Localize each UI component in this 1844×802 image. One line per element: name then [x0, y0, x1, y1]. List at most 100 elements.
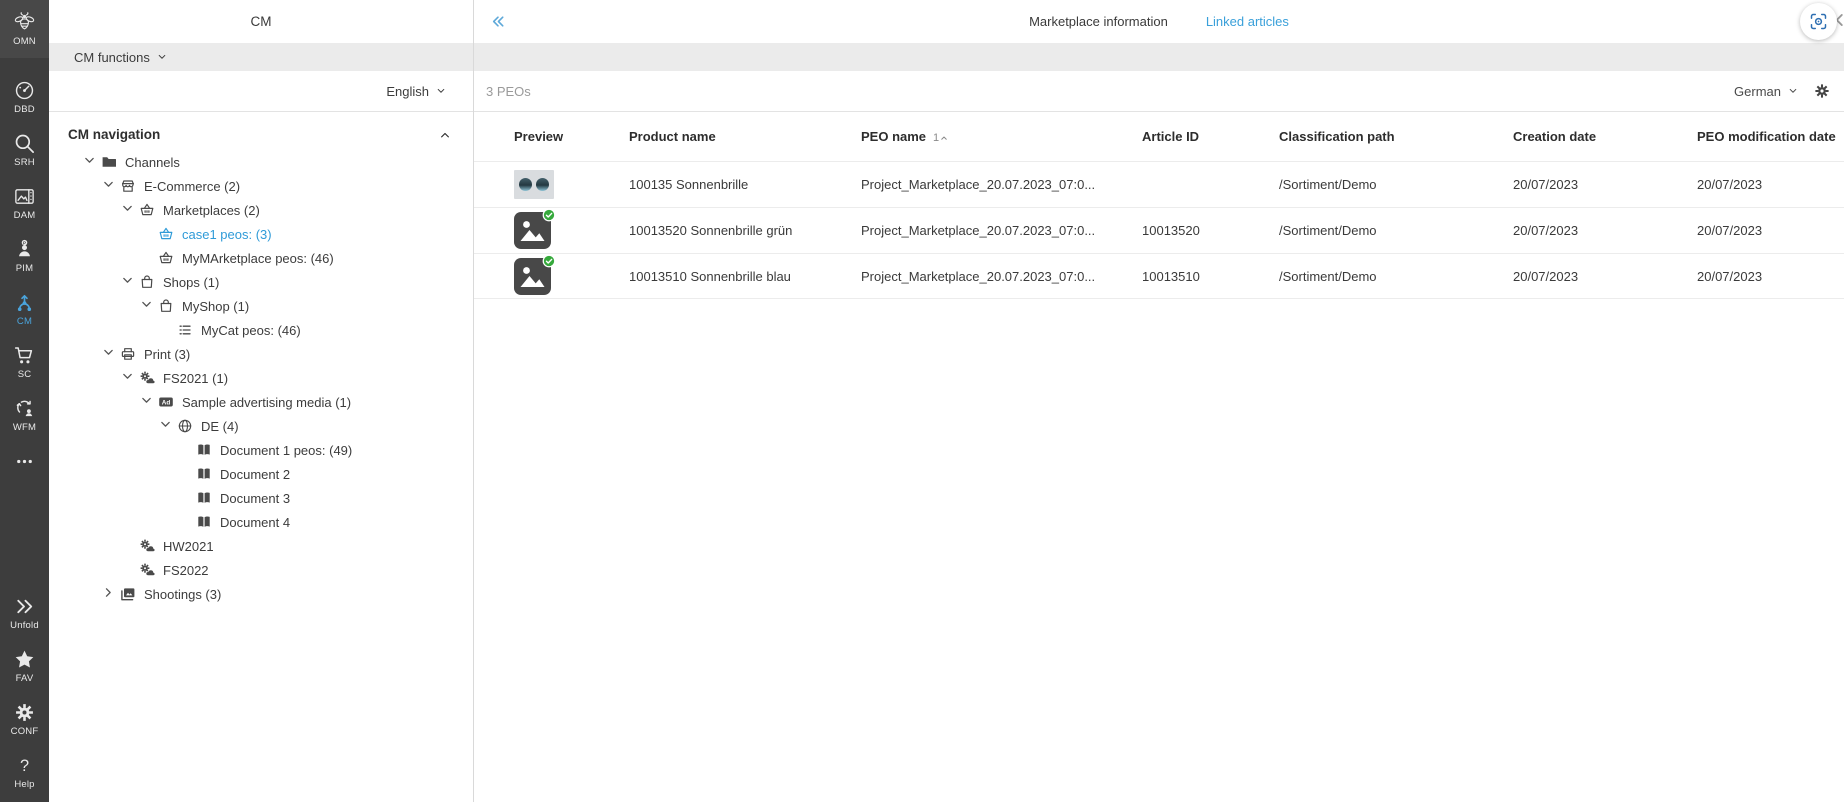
tree-expander[interactable]	[80, 154, 99, 170]
column-header-preview[interactable]: Preview	[474, 129, 629, 144]
chevron-down-icon	[121, 274, 134, 290]
tree-item-label: Document 1 peos: (49)	[220, 442, 353, 458]
tree-item[interactable]: case1 peos: (3)	[49, 222, 473, 246]
tree-item[interactable]: MyMArketplace peos: (46)	[49, 246, 473, 270]
main-tab-bar: Marketplace information Linked articles	[474, 0, 1844, 43]
basket-icon	[156, 226, 176, 242]
tree-item[interactable]: Marketplaces (2)	[49, 198, 473, 222]
rail-item-help[interactable]: ? Help	[0, 745, 49, 798]
gallery-icon	[118, 586, 138, 602]
hub-icon	[13, 291, 36, 314]
chevron-down-icon	[121, 370, 134, 386]
rail-item-more[interactable]	[0, 441, 49, 481]
tree-item[interactable]: Shootings (3)	[49, 582, 473, 606]
table-row[interactable]: 10013520 Sonnenbrille grün Project_Market…	[474, 207, 1844, 253]
column-header-label: Product name	[629, 129, 716, 144]
tree-item[interactable]: Document 3	[49, 486, 473, 510]
tree-expander[interactable]	[99, 178, 118, 194]
tree-expander[interactable]	[99, 586, 118, 602]
language-dropdown-panel[interactable]: English	[49, 71, 473, 112]
tree-item[interactable]: FS2021 (1)	[49, 366, 473, 390]
tree-expander	[175, 490, 194, 506]
classification-path-cell: /Sortiment/Demo	[1279, 177, 1377, 192]
tree-item[interactable]: MyShop (1)	[49, 294, 473, 318]
tree-item[interactable]: Channels	[49, 150, 473, 174]
tree-item[interactable]: Print (3)	[49, 342, 473, 366]
rail-item-pim[interactable]: P PIM	[0, 229, 49, 282]
search-icon	[13, 132, 36, 155]
table-settings-gear-icon[interactable]	[1813, 82, 1831, 100]
rail-item-fav[interactable]: FAV	[0, 639, 49, 692]
rail-item-srh[interactable]: SRH	[0, 123, 49, 176]
tree-item[interactable]: Shops (1)	[49, 270, 473, 294]
column-header-peo-modification-date[interactable]: PEO modification date	[1697, 129, 1844, 144]
tree-expander	[118, 562, 137, 578]
tree-expander	[118, 538, 137, 554]
chevron-right-icon	[102, 586, 115, 602]
column-header-peo-name[interactable]: PEO name 1	[861, 129, 1142, 144]
rail-item-cm[interactable]: CM	[0, 282, 49, 335]
tree-expander[interactable]	[137, 298, 156, 314]
column-header-article-id[interactable]: Article ID	[1142, 129, 1279, 144]
tree-item[interactable]: HW2021	[49, 534, 473, 558]
table-row[interactable]: 100135 Sonnenbrille Project_Marketplace_2…	[474, 161, 1844, 207]
column-header-classification-path[interactable]: Classification path	[1279, 129, 1513, 144]
rail-item-omn[interactable]: OMN	[0, 0, 49, 58]
column-header-creation-date[interactable]: Creation date	[1513, 129, 1697, 144]
table-body: 100135 Sonnenbrille Project_Marketplace_2…	[474, 161, 1844, 299]
language-dropdown-main[interactable]: German	[1734, 84, 1798, 99]
tree-item-label: HW2021	[163, 538, 214, 554]
rail-item-label: FAV	[15, 672, 34, 684]
collapse-panel-button[interactable]	[488, 12, 507, 31]
rail-item-label: OMN	[13, 36, 36, 47]
folder-icon	[99, 154, 119, 170]
tree-expander[interactable]	[99, 346, 118, 362]
tree-expander[interactable]	[118, 370, 137, 386]
table-row[interactable]: 10013510 Sonnenbrille blau Project_Market…	[474, 253, 1844, 299]
tree-item-label: DE (4)	[201, 418, 239, 434]
rail-item-sc[interactable]: SC	[0, 335, 49, 388]
tab-linked-articles[interactable]: Linked articles	[1206, 14, 1289, 29]
rail-item-conf[interactable]: CONF	[0, 692, 49, 745]
tree-item[interactable]: FS2022	[49, 558, 473, 582]
rail-item-unfold[interactable]: Unfold	[0, 586, 49, 639]
chevron-up-icon[interactable]	[439, 129, 451, 141]
peo-count-label: 3 PEOs	[486, 83, 531, 99]
column-header-product-name[interactable]: Product name	[629, 129, 861, 144]
check-badge-icon	[542, 208, 556, 222]
chevron-down-icon	[102, 346, 115, 362]
tree-expander[interactable]	[156, 418, 175, 434]
bag-icon	[156, 298, 176, 314]
module-rail: OMN DBD SRH DAM P PIM CM SC WFM Unfold FAV CONF? He…	[0, 0, 49, 802]
tree-expander[interactable]	[137, 394, 156, 410]
tree-item[interactable]: Document 2	[49, 462, 473, 486]
column-header-label: PEO modification date	[1697, 129, 1836, 144]
product-name-cell: 100135 Sonnenbrille	[629, 177, 749, 192]
tree-item[interactable]: MyCat peos: (46)	[49, 318, 473, 342]
app-window: OMN DBD SRH DAM P PIM CM SC WFM Unfold FAV CONF? He…	[0, 0, 1844, 802]
tree-item-label: Shootings (3)	[144, 586, 222, 602]
rail-bottom-group: Unfold FAV CONF? Help	[0, 586, 49, 802]
peo-modification-date-cell: 20/07/2023	[1697, 223, 1763, 238]
tree-item-label: Sample advertising media (1)	[182, 394, 352, 410]
tree-item-label: Document 2	[220, 466, 291, 482]
tree-item[interactable]: Document 1 peos: (49)	[49, 438, 473, 462]
tree-item-label: MyMArketplace peos: (46)	[182, 250, 334, 266]
rail-item-dbd[interactable]: DBD	[0, 70, 49, 123]
focus-scan-button[interactable]	[1800, 3, 1837, 40]
tree-item[interactable]: DE (4)	[49, 414, 473, 438]
cm-navigation-title: CM navigation	[68, 127, 161, 142]
rail-item-label: Unfold	[10, 619, 39, 631]
tab-marketplace-information[interactable]: Marketplace information	[1029, 14, 1168, 29]
column-header-label: PEO name	[861, 129, 927, 144]
rail-item-dam[interactable]: DAM	[0, 176, 49, 229]
rail-item-wfm[interactable]: WFM	[0, 388, 49, 441]
rail-item-label: WFM	[12, 421, 37, 433]
chevron-down-icon	[102, 178, 115, 194]
tree-expander[interactable]	[118, 274, 137, 290]
cm-functions-dropdown[interactable]: CM functions	[49, 43, 473, 71]
tree-expander[interactable]	[118, 202, 137, 218]
tree-item[interactable]: Document 4	[49, 510, 473, 534]
tree-item[interactable]: Ad Sample advertising media (1)	[49, 390, 473, 414]
tree-item[interactable]: E-Commerce (2)	[49, 174, 473, 198]
